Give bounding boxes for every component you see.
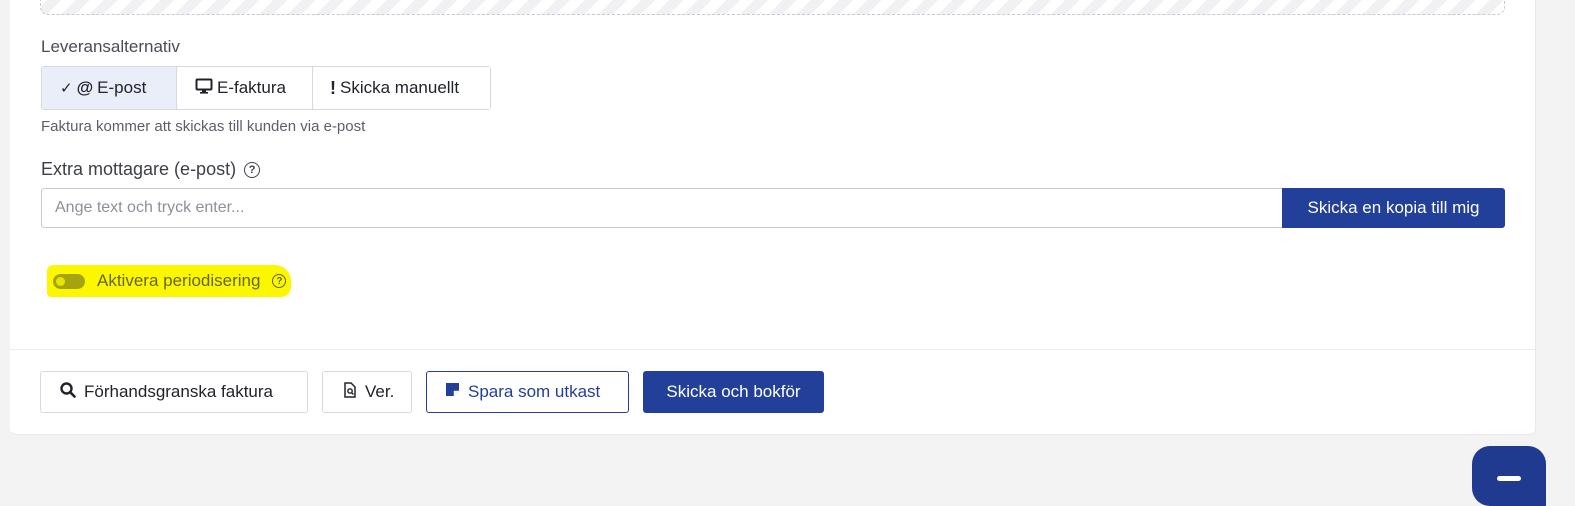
accrual-toggle-row: Aktivera periodisering ?	[47, 265, 291, 297]
footer-divider	[10, 349, 1535, 350]
send-and-book-label: Skicka och bokför	[666, 382, 801, 401]
preview-invoice-label: Förhandsgranska faktura	[84, 382, 273, 401]
invoice-send-card: Leveransalternativ ✓ @ E-post E-faktura …	[10, 0, 1536, 435]
preview-invoice-button[interactable]: Förhandsgranska faktura	[40, 371, 308, 413]
monitor-icon	[195, 78, 213, 99]
extra-recipients-input[interactable]	[41, 188, 1282, 228]
chat-icon	[1497, 476, 1521, 481]
chat-launcher-button[interactable]	[1472, 446, 1546, 506]
send-copy-to-me-button[interactable]: Skicka en kopia till mig	[1282, 188, 1505, 228]
file-search-icon	[343, 381, 357, 403]
delivery-option-email-label: E-post	[97, 78, 147, 97]
delivery-option-einvoice-label: E-faktura	[217, 78, 286, 97]
version-button[interactable]: Ver.	[322, 371, 412, 413]
version-label: Ver.	[365, 382, 395, 401]
search-icon	[60, 381, 76, 403]
delivery-options-label: Leveransalternativ	[41, 37, 180, 56]
help-icon[interactable]: ?	[244, 161, 261, 178]
accrual-toggle-label: Aktivera periodisering	[97, 271, 261, 290]
attachment-dropzone[interactable]	[40, 0, 1505, 15]
check-icon: ✓	[60, 80, 73, 97]
delivery-option-manual-label: Skicka manuellt	[340, 78, 460, 97]
save-draft-label: Spara som utkast	[468, 382, 601, 401]
delivery-helper-text: Faktura kommer att skickas till kunden v…	[41, 118, 366, 135]
at-icon: @	[76, 78, 94, 97]
delivery-option-manual[interactable]: ! Skicka manuellt	[313, 67, 490, 109]
accrual-toggle[interactable]	[53, 273, 85, 289]
help-icon[interactable]: ?	[272, 274, 287, 288]
save-draft-button[interactable]: Spara som utkast	[426, 371, 629, 413]
send-and-book-button[interactable]: Skicka och bokför	[643, 371, 824, 413]
toggle-knob	[56, 276, 65, 286]
extra-recipients-label-text: Extra mottagare (e-post)	[41, 159, 237, 179]
delivery-options-group: ✓ @ E-post E-faktura ! Skicka manuellt	[41, 66, 491, 110]
delivery-option-email[interactable]: ✓ @ E-post	[42, 67, 177, 109]
note-icon	[445, 382, 460, 402]
exclamation-icon: !	[330, 77, 336, 98]
delivery-option-einvoice[interactable]: E-faktura	[177, 67, 313, 109]
extra-recipients-label: Extra mottagare (e-post) ?	[41, 159, 261, 180]
